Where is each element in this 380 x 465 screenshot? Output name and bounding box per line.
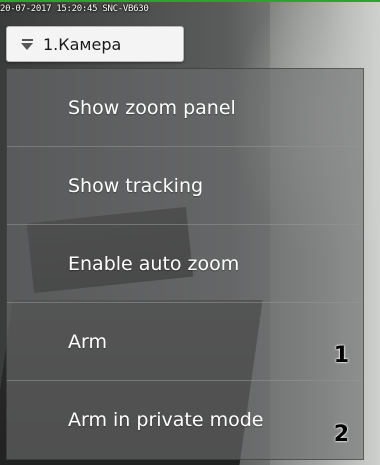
menu-item-arm[interactable]: Arm 1 — [7, 303, 363, 381]
menu-item-number: 2 — [333, 422, 349, 447]
menu-item-label: Enable auto zoom — [68, 252, 240, 275]
menu-item-label: Arm — [68, 330, 107, 353]
menu-item-arm-private-mode[interactable]: Arm in private mode 2 — [7, 381, 363, 459]
menu-item-show-tracking[interactable]: Show tracking — [7, 147, 363, 225]
menu-item-number: 1 — [333, 343, 349, 368]
menu-item-label: Show zoom panel — [68, 96, 236, 119]
camera-title-tab[interactable]: 1.Камера — [6, 26, 184, 62]
osd-timestamp: 20-07-2017 15:20:45 SNC-VB630 — [0, 4, 149, 14]
camera-context-menu: Show zoom panel Show tracking Enable aut… — [6, 68, 364, 460]
feed-status-line — [0, 0, 380, 2]
camera-name: 1.Камера — [43, 34, 122, 54]
menu-item-enable-auto-zoom[interactable]: Enable auto zoom — [7, 225, 363, 303]
menu-item-label: Show tracking — [68, 174, 204, 197]
chevron-down-icon[interactable] — [17, 34, 37, 54]
menu-item-label: Arm in private mode — [68, 409, 264, 431]
menu-item-show-zoom-panel[interactable]: Show zoom panel — [7, 69, 363, 147]
